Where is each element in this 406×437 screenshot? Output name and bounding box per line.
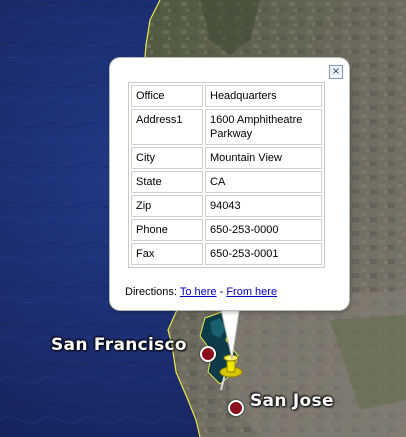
field-value: Headquarters xyxy=(205,85,322,107)
place-label-san-jose[interactable]: San Jose xyxy=(250,391,334,411)
place-dot-icon[interactable] xyxy=(228,400,244,416)
place-dot-icon[interactable] xyxy=(200,346,216,362)
directions-separator: - xyxy=(219,286,224,298)
directions-label: Directions: xyxy=(125,286,177,298)
close-icon[interactable]: × xyxy=(329,65,343,79)
info-window: × Office Headquarters Address1 1600 Amph… xyxy=(110,58,349,310)
callout-pointer xyxy=(219,305,241,360)
field-label: State xyxy=(131,171,203,193)
info-table: Office Headquarters Address1 1600 Amphit… xyxy=(128,82,325,268)
field-value: 1600 Amphitheatre Parkway xyxy=(205,109,322,145)
table-row: Fax 650-253-0001 xyxy=(131,243,322,265)
field-value: CA xyxy=(205,171,322,193)
table-row: State CA xyxy=(131,171,322,193)
field-label: Office xyxy=(131,85,203,107)
field-label: Phone xyxy=(131,219,203,241)
field-label: City xyxy=(131,147,203,169)
place-label-san-francisco[interactable]: San Francisco xyxy=(51,335,187,355)
field-value: Mountain View xyxy=(205,147,322,169)
field-value: 94043 xyxy=(205,195,322,217)
field-label: Zip xyxy=(131,195,203,217)
table-row: Office Headquarters xyxy=(131,85,322,107)
table-row: Address1 1600 Amphitheatre Parkway xyxy=(131,109,322,145)
field-value: 650-253-0001 xyxy=(205,243,322,265)
table-row: Phone 650-253-0000 xyxy=(131,219,322,241)
table-row: Zip 94043 xyxy=(131,195,322,217)
from-here-link[interactable]: From here xyxy=(226,286,277,298)
to-here-link[interactable]: To here xyxy=(180,286,217,298)
field-value: 650-253-0000 xyxy=(205,219,322,241)
directions-line: Directions: To here - From here xyxy=(125,286,277,298)
table-row: City Mountain View xyxy=(131,147,322,169)
field-label: Fax xyxy=(131,243,203,265)
field-label: Address1 xyxy=(131,109,203,145)
